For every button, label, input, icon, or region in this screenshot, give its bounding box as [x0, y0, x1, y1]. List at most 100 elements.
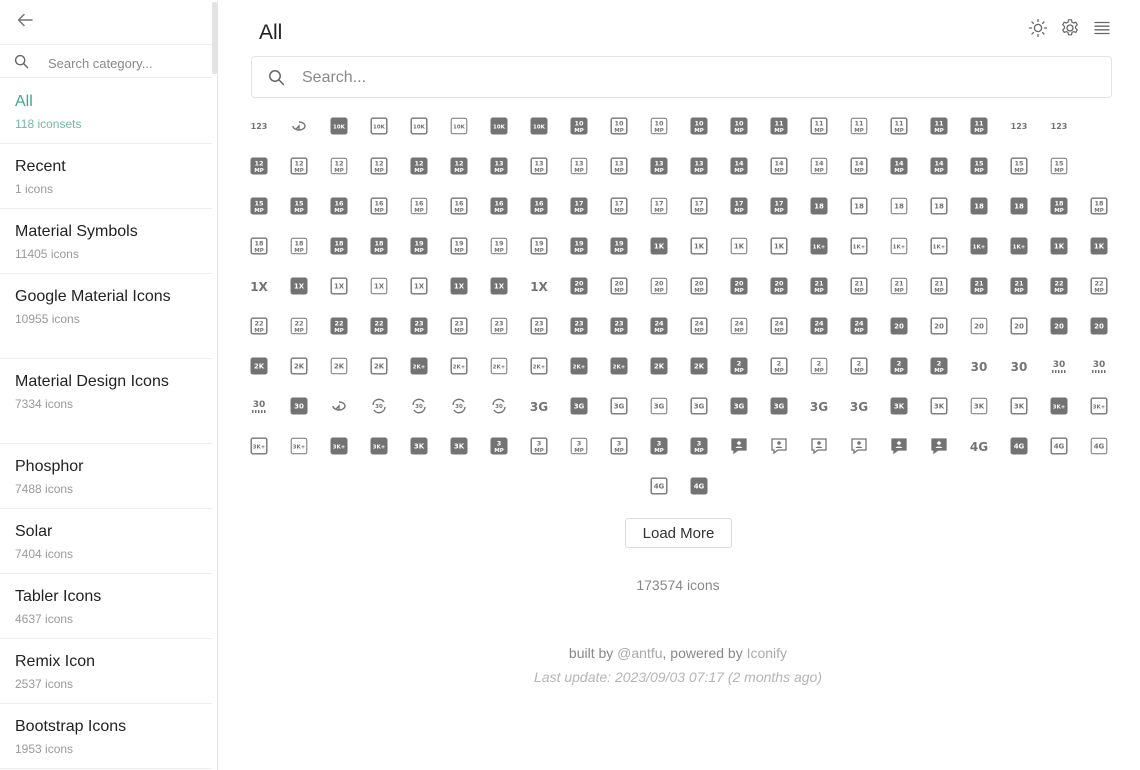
15mp-thin-icon[interactable]: 15 MP: [1050, 157, 1068, 175]
author-link[interactable]: @antfu: [617, 645, 662, 661]
2mp-box-icon[interactable]: 2 MP: [730, 357, 748, 375]
30-icon[interactable]: 30: [1010, 357, 1028, 375]
20-box-icon[interactable]: 20: [1090, 317, 1108, 335]
10k-box-o-icon[interactable]: 10K: [370, 117, 388, 135]
21mp-o-icon[interactable]: 21 MP: [850, 277, 868, 295]
2k-o-icon[interactable]: 2K: [370, 357, 388, 375]
2k-box-icon[interactable]: 2K: [690, 357, 708, 375]
13mp-box-icon[interactable]: 13 MP: [690, 157, 708, 175]
14mp-box-icon[interactable]: 14 MP: [730, 157, 748, 175]
2k-box-icon[interactable]: 2K: [250, 357, 268, 375]
17mp-box-icon[interactable]: 17 MP: [570, 197, 588, 215]
19mp-box-icon[interactable]: 19 MP: [410, 237, 428, 255]
sidebar-item-solar[interactable]: Solar 7404 icons: [0, 509, 212, 574]
20mp-o-icon[interactable]: 20 MP: [610, 277, 628, 295]
21mp-box-icon[interactable]: 21 MP: [810, 277, 828, 295]
10k-box-icon[interactable]: 10K: [330, 117, 348, 135]
2k-plus-box-icon[interactable]: 2K+: [610, 357, 628, 375]
1k-plus-o-icon[interactable]: 1K+: [930, 237, 948, 255]
3g-o-icon[interactable]: 3G: [610, 397, 628, 415]
1k-plus-box-icon[interactable]: 1K+: [970, 237, 988, 255]
23mp-o-icon[interactable]: 23 MP: [530, 317, 548, 335]
1x-o-icon[interactable]: 1X: [410, 277, 428, 295]
10mp-thin-icon[interactable]: 10 MP: [650, 117, 668, 135]
18-thin-icon[interactable]: 18: [890, 197, 908, 215]
1x-icon[interactable]: 1X: [250, 277, 268, 295]
3k-thin-icon[interactable]: 3K: [970, 397, 988, 415]
3k-o-icon[interactable]: 3K: [930, 397, 948, 415]
10k-o-icon[interactable]: 10K: [410, 117, 428, 135]
123-icon[interactable]: 123: [1010, 117, 1028, 135]
10mp-o-icon[interactable]: 10 MP: [610, 117, 628, 135]
3g-icon[interactable]: 3G: [530, 397, 548, 415]
10mp-box-icon[interactable]: 10 MP: [730, 117, 748, 135]
17mp-box-icon[interactable]: 17 MP: [730, 197, 748, 215]
20mp-box-icon[interactable]: 20 MP: [570, 277, 588, 295]
13mp-o-icon[interactable]: 13 MP: [610, 157, 628, 175]
2k-box-icon[interactable]: 2K: [650, 357, 668, 375]
17mp-o-icon[interactable]: 17 MP: [610, 197, 628, 215]
14mp-box-icon[interactable]: 14 MP: [890, 157, 908, 175]
22mp-box-icon[interactable]: 22 MP: [330, 317, 348, 335]
4g-icon[interactable]: 4G: [970, 437, 988, 455]
19mp-o-icon[interactable]: 19 MP: [530, 237, 548, 255]
20-o-icon[interactable]: 20: [1010, 317, 1028, 335]
account-box-icon[interactable]: [730, 437, 748, 455]
1k-plus-thin-icon[interactable]: 1K+: [890, 237, 908, 255]
4g-box-icon[interactable]: 4G: [1010, 437, 1028, 455]
account-box-icon[interactable]: [930, 437, 948, 455]
30-rotate-icon[interactable]: 30: [490, 397, 508, 415]
4g-box-icon[interactable]: 4G: [690, 477, 708, 495]
30-rotate-icon[interactable]: 30: [370, 397, 388, 415]
13mp-thin-icon[interactable]: 13 MP: [570, 157, 588, 175]
16mp-o-icon[interactable]: 16 MP: [370, 197, 388, 215]
22mp-o-icon[interactable]: 22 MP: [1090, 277, 1108, 295]
3g-thin-icon[interactable]: 3G: [650, 397, 668, 415]
20mp-box-icon[interactable]: 20 MP: [770, 277, 788, 295]
13mp-box-icon[interactable]: 13 MP: [650, 157, 668, 175]
4g-o-icon[interactable]: 4G: [1050, 437, 1068, 455]
12mp-box-icon[interactable]: 12 MP: [250, 157, 268, 175]
2k-plus-box-icon[interactable]: 2K+: [570, 357, 588, 375]
11mp-box-icon[interactable]: 11 MP: [770, 117, 788, 135]
12mp-box-icon[interactable]: 12 MP: [410, 157, 428, 175]
24mp-o-icon[interactable]: 24 MP: [770, 317, 788, 335]
2mp-thin-icon[interactable]: 2 MP: [810, 357, 828, 375]
15mp-box-icon[interactable]: 15 MP: [970, 157, 988, 175]
14mp-box-icon[interactable]: 14 MP: [930, 157, 948, 175]
21mp-o-icon[interactable]: 21 MP: [930, 277, 948, 295]
1x-box-icon[interactable]: 1X: [290, 277, 308, 295]
10k-box-icon[interactable]: 10K: [530, 117, 548, 135]
18mp-box-icon[interactable]: 18 MP: [1050, 197, 1068, 215]
account-o-icon[interactable]: [850, 437, 868, 455]
3g-box-icon[interactable]: 3G: [730, 397, 748, 415]
3k-plus-box-icon[interactable]: 3K+: [330, 437, 348, 455]
1x-box-icon[interactable]: 1X: [450, 277, 468, 295]
1k-plus-box-icon[interactable]: 1K+: [1010, 237, 1028, 255]
16mp-box-icon[interactable]: 16 MP: [330, 197, 348, 215]
10mp-box-icon[interactable]: 10 MP: [570, 117, 588, 135]
24mp-thin-icon[interactable]: 24 MP: [730, 317, 748, 335]
30-rotate-icon[interactable]: 30: [410, 397, 428, 415]
3mp-o-icon[interactable]: 3 MP: [530, 437, 548, 455]
3mp-thin-icon[interactable]: 3 MP: [570, 437, 588, 455]
18mp-box-icon[interactable]: 18 MP: [370, 237, 388, 255]
arrows-circle-icon[interactable]: [290, 117, 308, 135]
1k-box-icon[interactable]: 1K: [1050, 237, 1068, 255]
17mp-o-icon[interactable]: 17 MP: [690, 197, 708, 215]
2mp-o-icon[interactable]: 2 MP: [850, 357, 868, 375]
19mp-o-icon[interactable]: 19 MP: [450, 237, 468, 255]
18-box-icon[interactable]: 18: [970, 197, 988, 215]
18mp-thin-icon[interactable]: 18 MP: [290, 237, 308, 255]
22mp-box-icon[interactable]: 22 MP: [1050, 277, 1068, 295]
23mp-box-icon[interactable]: 23 MP: [610, 317, 628, 335]
3g-box-icon[interactable]: 3G: [570, 397, 588, 415]
1k-plus-o-icon[interactable]: 1K+: [850, 237, 868, 255]
3mp-box-icon[interactable]: 3 MP: [490, 437, 508, 455]
20-thin-icon[interactable]: 20: [970, 317, 988, 335]
11mp-o-icon[interactable]: 11 MP: [810, 117, 828, 135]
4g-thin-icon[interactable]: 4G: [1090, 437, 1108, 455]
20-box-icon[interactable]: 20: [890, 317, 908, 335]
13mp-o-icon[interactable]: 13 MP: [530, 157, 548, 175]
1x-o-icon[interactable]: 1X: [330, 277, 348, 295]
